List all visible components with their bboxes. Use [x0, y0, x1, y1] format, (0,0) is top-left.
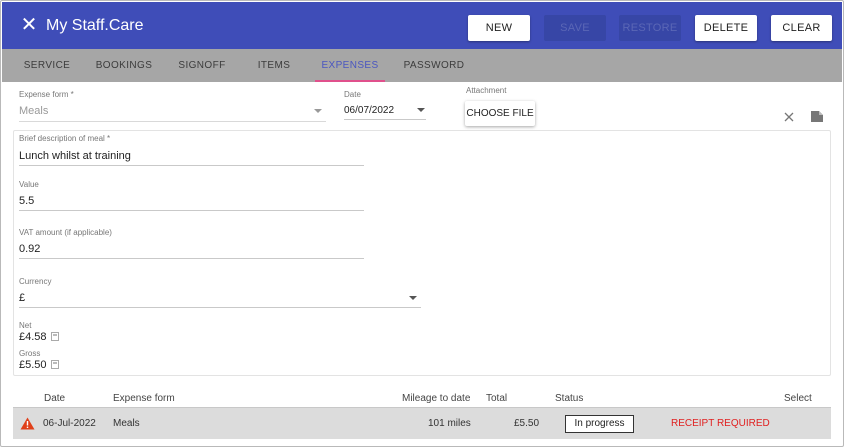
description-label: Brief description of meal * — [19, 134, 111, 143]
tab-password[interactable]: PASSWORD — [398, 49, 470, 82]
row-mileage: 101 miles — [428, 418, 471, 429]
value-field[interactable]: 5.5 — [19, 195, 34, 207]
gross-value: £5.50 — [19, 359, 47, 371]
tab-signoff[interactable]: SIGNOFF — [170, 49, 234, 82]
chevron-down-icon[interactable] — [417, 108, 425, 112]
tab-indicator — [315, 80, 385, 82]
restore-button[interactable]: RESTORE — [619, 15, 681, 41]
vat-field[interactable]: 0.92 — [19, 243, 40, 255]
description-underline — [19, 165, 364, 166]
expense-details-card — [13, 130, 831, 376]
chevron-down-icon[interactable] — [314, 109, 322, 113]
expense-form-underline — [19, 121, 326, 122]
app-title: My Staff.Care — [46, 17, 144, 34]
app-window: ✕ My Staff.Care NEW SAVE RESTORE DELETE … — [0, 0, 844, 447]
tab-bookings[interactable]: BOOKINGS — [90, 49, 158, 82]
date-field[interactable]: 06/07/2022 — [344, 105, 394, 116]
app-header: ✕ My Staff.Care NEW SAVE RESTORE DELETE … — [2, 2, 842, 49]
vat-underline — [19, 258, 364, 259]
net-value: £4.58 — [19, 331, 47, 343]
currency-select[interactable]: £ — [19, 292, 25, 304]
vat-label: VAT amount (if applicable) — [19, 228, 112, 237]
value-underline — [19, 210, 364, 211]
row-total: £5.50 — [514, 418, 540, 429]
description-field[interactable]: Lunch whilst at training — [19, 150, 131, 162]
date-underline — [344, 119, 426, 120]
calculator-icon — [50, 332, 59, 341]
column-header-select: Select — [784, 393, 812, 404]
currency-label: Currency — [19, 277, 52, 286]
tab-items[interactable]: ITEMS — [247, 49, 301, 82]
tab-expenses-label: EXPENSES — [321, 60, 379, 71]
warning-icon — [20, 417, 35, 430]
clear-attachment-icon[interactable] — [783, 111, 795, 123]
calculator-icon — [50, 360, 59, 369]
column-header-expense-form: Expense form — [113, 393, 175, 404]
status-badge[interactable]: In progress — [565, 415, 634, 433]
delete-button[interactable]: DELETE — [695, 15, 757, 41]
gross-label: Gross — [19, 349, 41, 358]
column-header-date: Date — [44, 393, 66, 404]
clear-button[interactable]: CLEAR — [771, 15, 832, 41]
row-expense-form: Meals — [113, 418, 140, 429]
close-icon[interactable]: ✕ — [19, 15, 39, 35]
date-label: Date — [344, 90, 361, 99]
tab-bar: SERVICE BOOKINGS SIGNOFF ITEMS EXPENSES … — [2, 49, 842, 82]
choose-file-button[interactable]: CHOOSE FILE — [465, 101, 535, 126]
column-header-total: Total — [486, 393, 508, 404]
currency-underline — [19, 307, 421, 308]
net-value-wrap: £4.58 — [19, 331, 59, 343]
expense-form-label: Expense form * — [19, 90, 74, 99]
chevron-down-icon[interactable] — [409, 296, 417, 300]
save-button[interactable]: SAVE — [544, 15, 606, 41]
table-row[interactable]: 06-Jul-2022 Meals 101 miles £5.50 In pro… — [13, 407, 831, 439]
tab-expenses[interactable]: EXPENSES — [315, 49, 385, 82]
gross-value-wrap: £5.50 — [19, 359, 59, 371]
value-label: Value — [19, 180, 39, 189]
receipt-required-text[interactable]: RECEIPT REQUIRED — [671, 418, 770, 429]
file-icon[interactable] — [810, 110, 824, 123]
column-header-status: Status — [555, 393, 584, 404]
tab-service[interactable]: SERVICE — [14, 49, 80, 82]
column-header-mileage: Mileage to date — [402, 393, 471, 404]
expenses-table-header: Date Expense form Mileage to date Total … — [13, 389, 831, 407]
attachment-label: Attachment — [466, 86, 507, 95]
row-date: 06-Jul-2022 — [43, 418, 96, 429]
new-button[interactable]: NEW — [468, 15, 530, 41]
net-label: Net — [19, 321, 32, 330]
expense-form-select[interactable]: Meals — [19, 105, 48, 117]
